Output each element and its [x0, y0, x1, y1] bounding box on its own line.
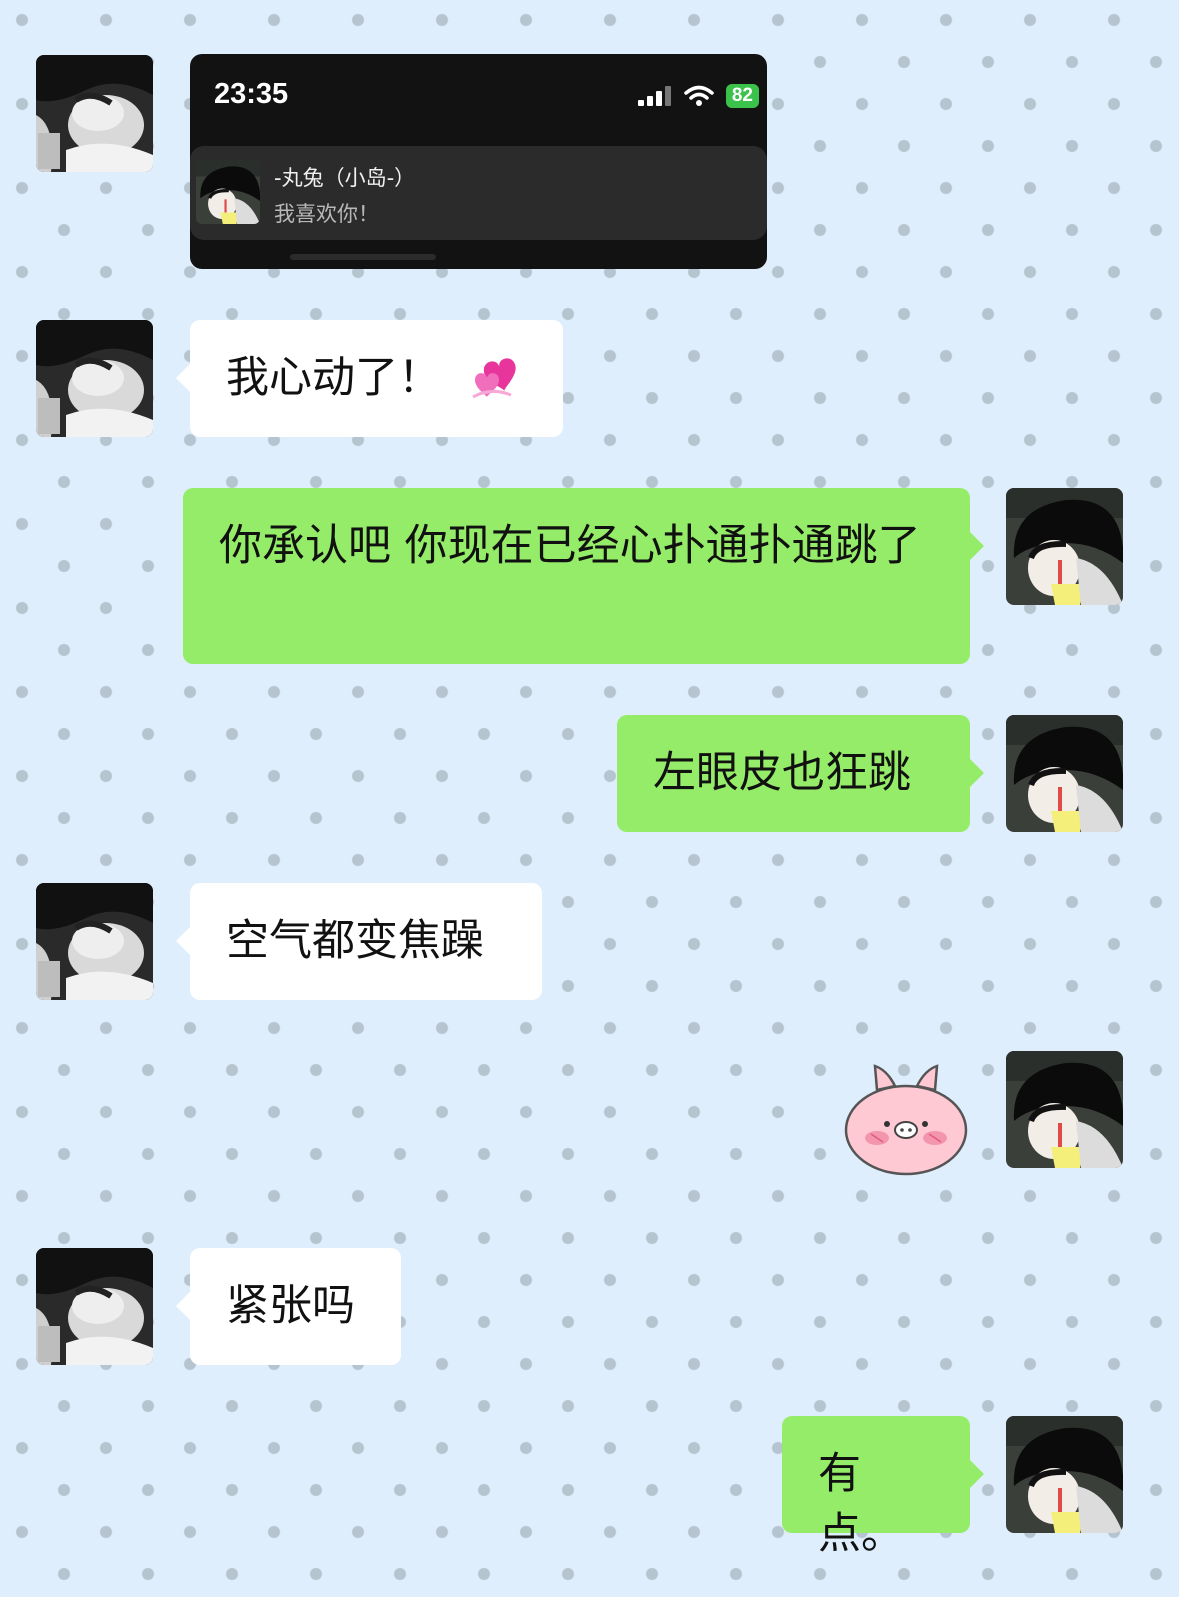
notification-banner: -丸兔（小岛-） 我喜欢你！ [190, 146, 767, 240]
my-avatar[interactable] [1006, 715, 1123, 832]
status-icons: 82 [637, 84, 759, 108]
message-bubble-sent[interactable]: 左眼皮也狂跳 [617, 715, 984, 832]
contact-avatar[interactable] [36, 55, 153, 172]
message-bubble-received[interactable]: 空气都变焦躁 [176, 883, 542, 1000]
message-text: 紧张吗 [226, 1281, 355, 1331]
blushing-pig-sticker[interactable] [843, 1060, 969, 1176]
contact-avatar[interactable] [36, 320, 153, 437]
message-text: 我心动了！ [226, 353, 441, 403]
my-avatar[interactable] [1006, 488, 1123, 605]
signal-icon [637, 86, 671, 106]
message-text: 有点。 [818, 1449, 904, 1559]
message-bubble-sent[interactable]: 有点。 [782, 1416, 984, 1559]
message-bubble-sent[interactable]: 你承认吧 你现在已经心扑通扑通跳了 [183, 488, 984, 664]
contact-avatar[interactable] [36, 883, 153, 1000]
notification-title: -丸兔（小岛-） [274, 166, 416, 190]
notification-text: 我喜欢你！ [274, 202, 379, 226]
message-bubble-received[interactable]: 我心动了！ [176, 320, 563, 437]
message-bubble-received[interactable]: 紧张吗 [176, 1248, 401, 1365]
message-text: 空气都变焦躁 [226, 916, 484, 966]
screenshot-image[interactable]: 23:35 82 -丸兔（小岛-） 我喜欢你！ [190, 54, 767, 269]
status-time: 23:35 [214, 78, 289, 110]
divider [290, 254, 436, 260]
notification-avatar [196, 160, 260, 224]
my-avatar[interactable] [1006, 1416, 1123, 1533]
contact-avatar[interactable] [36, 1248, 153, 1365]
my-avatar[interactable] [1006, 1051, 1123, 1168]
battery-indicator: 82 [725, 84, 759, 108]
wifi-icon [684, 85, 714, 106]
message-text: 你承认吧 你现在已经心扑通扑通跳了 [219, 521, 921, 571]
message-text: 左眼皮也狂跳 [653, 748, 911, 798]
two-hearts-icon [472, 357, 516, 398]
